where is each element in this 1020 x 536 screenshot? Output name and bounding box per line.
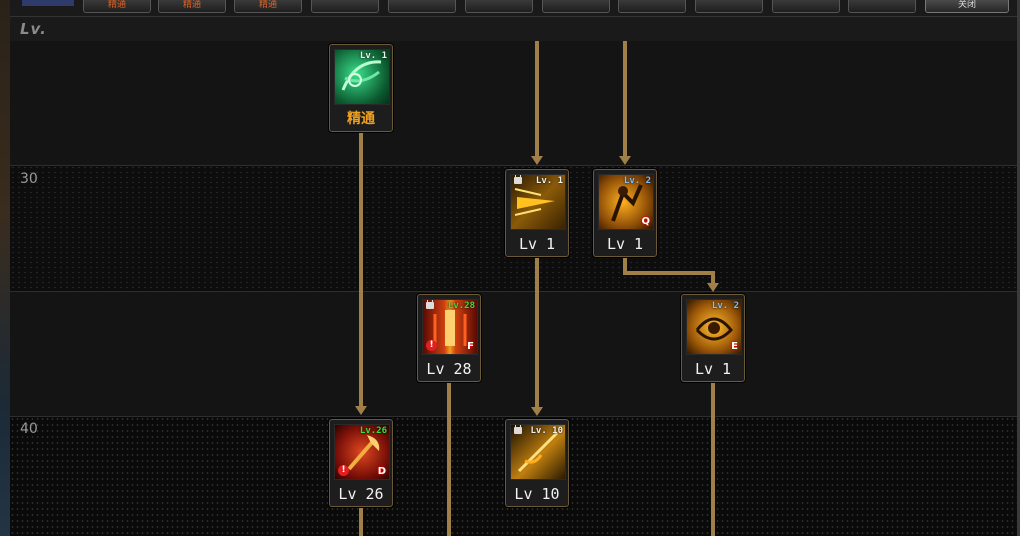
rising-slash-icon: Lv. 2 Q bbox=[598, 174, 654, 230]
tab-empty-7[interactable] bbox=[772, 0, 840, 13]
skill-level-text: 精通 bbox=[347, 111, 375, 127]
connector-line bbox=[711, 383, 715, 536]
connector-arrow bbox=[355, 406, 367, 415]
band-divider bbox=[10, 165, 1017, 166]
tab-mastery-3[interactable]: 精通 bbox=[234, 0, 302, 13]
connector-line bbox=[447, 383, 451, 536]
skill-tab-bar: 精通 精通 精通 bbox=[10, 0, 1017, 17]
flame-pillar-icon: Lv.28 ! F bbox=[422, 299, 478, 355]
tab-empty-1[interactable] bbox=[311, 0, 379, 13]
level-band-35 bbox=[10, 291, 1017, 416]
skill-node-whirl-blade[interactable]: Lv. 2 E Lv 1 bbox=[681, 294, 745, 382]
skill-node-dragon-spear[interactable]: Lv. 10 Lv 10 bbox=[505, 419, 569, 507]
skill-level-badge: Lv. 1 bbox=[535, 176, 563, 186]
hotkey-label: D bbox=[377, 466, 386, 477]
tab-empty-4[interactable] bbox=[542, 0, 610, 13]
skill-node-dash-strike[interactable]: Lv. 1 Lv 1 bbox=[505, 169, 569, 257]
dragon-spear-icon: Lv. 10 bbox=[510, 424, 566, 480]
connector-arrow bbox=[707, 283, 719, 292]
connector-arrow bbox=[531, 407, 543, 416]
skill-level-badge: Lv.28 bbox=[447, 301, 475, 311]
level-header-label: Lv. bbox=[20, 20, 47, 38]
skill-level-text: Lv 1 bbox=[518, 235, 556, 253]
lock-icon bbox=[514, 425, 522, 434]
tab-mastery-1[interactable]: 精通 bbox=[83, 0, 151, 13]
tab-empty-8[interactable] bbox=[848, 0, 916, 13]
connector-arrow bbox=[531, 156, 543, 165]
level-band-1 bbox=[10, 41, 1017, 165]
skill-node-blood-axe[interactable]: Lv.26 ! D Lv 26 bbox=[329, 419, 393, 507]
connector-line bbox=[535, 41, 539, 159]
skill-level-badge: Lv. 2 bbox=[711, 301, 739, 311]
skill-node-flame-pillar[interactable]: Lv.28 ! F Lv 28 bbox=[417, 294, 481, 382]
whirl-blade-icon: Lv. 2 E bbox=[686, 299, 742, 355]
level-marker-30: 30 bbox=[20, 171, 38, 187]
level-column-header: Lv. bbox=[10, 17, 1017, 41]
tab-empty-3[interactable] bbox=[465, 0, 533, 13]
skill-node-mastery[interactable]: Lv. 1 精通 bbox=[329, 44, 393, 132]
skill-node-rising-slash[interactable]: Lv. 2 Q Lv 1 bbox=[593, 169, 657, 257]
mastery-icon: Lv. 1 bbox=[334, 49, 390, 105]
connector-line bbox=[359, 507, 363, 536]
dash-icon: Lv. 1 bbox=[510, 174, 566, 230]
tab-empty-6[interactable] bbox=[695, 0, 763, 13]
blood-axe-icon: Lv.26 ! D bbox=[334, 424, 390, 480]
skill-level-text: Lv 1 bbox=[606, 235, 644, 253]
skill-level-badge: Lv.26 bbox=[359, 426, 387, 436]
tab-empty-2[interactable] bbox=[388, 0, 456, 13]
band-divider bbox=[10, 416, 1017, 417]
hotkey-label: F bbox=[467, 341, 474, 352]
window-left-edge bbox=[0, 0, 10, 536]
skill-level-text: Lv 1 bbox=[694, 360, 732, 378]
warning-icon: ! bbox=[338, 465, 349, 476]
lock-icon bbox=[426, 300, 434, 309]
tab-mastery-2[interactable]: 精通 bbox=[158, 0, 226, 13]
connector-line bbox=[623, 41, 627, 159]
skill-level-badge: Lv. 10 bbox=[530, 426, 563, 436]
band-divider bbox=[10, 291, 1017, 292]
skill-level-text: Lv 28 bbox=[426, 360, 472, 378]
skill-level-text: Lv 10 bbox=[514, 485, 560, 503]
connector-arrow bbox=[619, 156, 631, 165]
connector-line bbox=[359, 131, 363, 412]
tab-corner-decoration bbox=[22, 0, 74, 6]
skill-level-badge: Lv. 1 bbox=[359, 51, 387, 61]
close-button[interactable]: 关闭 bbox=[925, 0, 1009, 13]
connector-line bbox=[623, 271, 715, 275]
lock-icon bbox=[514, 175, 522, 184]
tab-empty-5[interactable] bbox=[618, 0, 686, 13]
hotkey-label: Q bbox=[641, 216, 650, 227]
connector-line bbox=[535, 258, 539, 411]
hotkey-label: E bbox=[731, 341, 738, 352]
skill-level-badge: Lv. 2 bbox=[623, 176, 651, 186]
level-marker-40: 40 bbox=[20, 421, 38, 437]
warning-icon: ! bbox=[426, 340, 437, 351]
skill-level-text: Lv 26 bbox=[338, 485, 384, 503]
